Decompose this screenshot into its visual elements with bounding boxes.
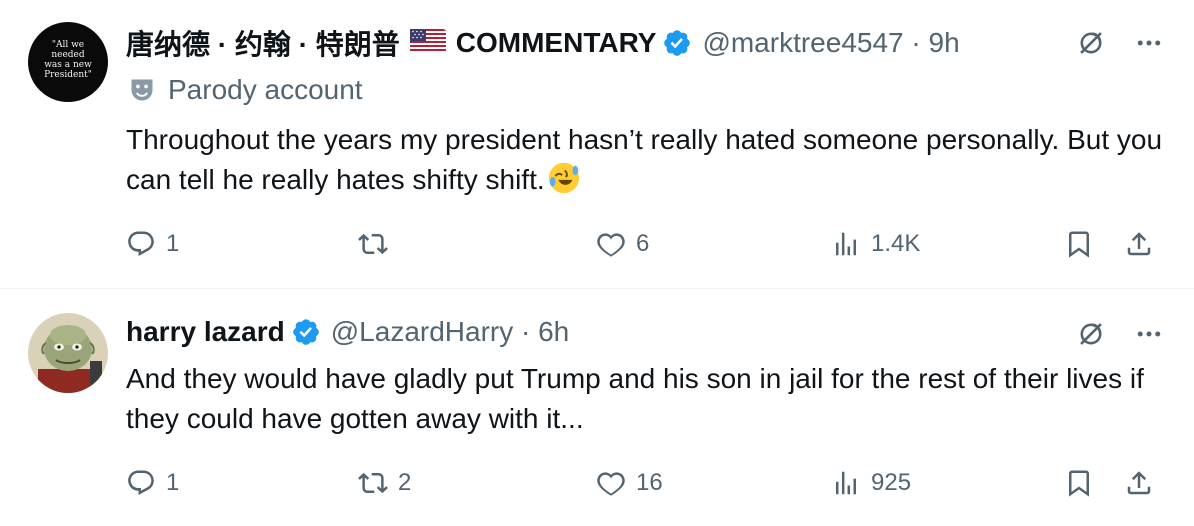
bookmark-icon bbox=[1069, 470, 1089, 497]
grok-icon[interactable] bbox=[1074, 317, 1108, 351]
display-name-suffix[interactable]: COMMENTARY bbox=[456, 27, 657, 59]
parody-label-text: Parody account bbox=[168, 74, 363, 105]
like-count: 6 bbox=[636, 230, 650, 257]
parody-label: Parody account bbox=[128, 74, 363, 106]
reply-icon bbox=[128, 470, 154, 495]
share-icon bbox=[1127, 232, 1151, 256]
tweet-text: And they would have gladly put Trump and… bbox=[126, 363, 1144, 434]
grok-icon[interactable] bbox=[1074, 26, 1108, 60]
heart-icon bbox=[597, 233, 625, 257]
tweet-header: harry lazard @LazardHarry · 6h bbox=[126, 315, 569, 349]
more-icon[interactable] bbox=[1134, 319, 1164, 349]
views-button[interactable]: 925 bbox=[831, 463, 911, 503]
tweet-top-actions bbox=[1074, 26, 1164, 60]
share-button[interactable] bbox=[1124, 224, 1154, 264]
avatar-image bbox=[28, 313, 108, 393]
views-button[interactable]: 1.4K bbox=[831, 224, 920, 264]
handle-and-time[interactable]: @marktree4547 · 9h bbox=[702, 27, 959, 59]
views-icon bbox=[836, 232, 856, 256]
verified-badge-icon bbox=[662, 28, 692, 58]
bookmark-button[interactable] bbox=[1064, 463, 1094, 503]
repost-button[interactable]: 2 bbox=[358, 463, 411, 503]
like-count: 16 bbox=[636, 469, 663, 496]
reply-count: 1 bbox=[166, 469, 180, 496]
tweet-header: 唐纳德 · 约翰 · 特朗普 COMMENTARY @marktree4547 … bbox=[126, 26, 960, 60]
tweet-actions: 1 2 16 925 bbox=[126, 463, 1166, 503]
views-count: 1.4K bbox=[871, 230, 921, 257]
tweet-text: Throughout the years my president hasn’t… bbox=[126, 124, 1163, 195]
us-flag-icon bbox=[409, 28, 446, 58]
theater-mask-icon bbox=[131, 79, 153, 101]
more-icon[interactable] bbox=[1134, 28, 1164, 58]
avatar[interactable] bbox=[28, 313, 108, 393]
display-name[interactable]: harry lazard bbox=[126, 316, 285, 348]
reply-count: 1 bbox=[166, 230, 180, 257]
tweet-actions: 1 6 1.4K bbox=[126, 224, 1166, 264]
like-button[interactable]: 16 bbox=[596, 463, 663, 503]
share-icon bbox=[1127, 471, 1151, 495]
rolling-on-floor-laughing-emoji bbox=[548, 162, 579, 194]
share-button[interactable] bbox=[1124, 463, 1154, 503]
handle-and-time[interactable]: @LazardHarry · 6h bbox=[331, 316, 570, 348]
repost-icon bbox=[358, 233, 388, 255]
heart-icon bbox=[597, 472, 625, 496]
tweet-top-actions bbox=[1074, 317, 1164, 351]
display-name[interactable]: 唐纳德 · 约翰 · 特朗普 bbox=[126, 23, 400, 63]
like-button[interactable]: 6 bbox=[596, 224, 649, 264]
repost-icon bbox=[358, 472, 388, 494]
avatar[interactable]: "All we needed was a new President" bbox=[28, 22, 108, 102]
repost-button[interactable] bbox=[358, 224, 398, 264]
reply-button[interactable]: 1 bbox=[126, 463, 179, 503]
tweet[interactable]: "All we needed was a new President" 唐纳德 … bbox=[0, 0, 1194, 288]
views-icon bbox=[836, 471, 856, 495]
views-count: 925 bbox=[871, 469, 912, 496]
bookmark-button[interactable] bbox=[1064, 224, 1094, 264]
tweet[interactable]: harry lazard @LazardHarry · 6h And they … bbox=[0, 289, 1194, 526]
reply-button[interactable]: 1 bbox=[126, 224, 179, 264]
avatar-text: "All we needed was a new President" bbox=[44, 40, 92, 80]
repost-count: 2 bbox=[398, 469, 412, 496]
reply-icon bbox=[128, 231, 154, 256]
bookmark-icon bbox=[1069, 231, 1089, 258]
verified-badge-icon bbox=[291, 317, 321, 347]
